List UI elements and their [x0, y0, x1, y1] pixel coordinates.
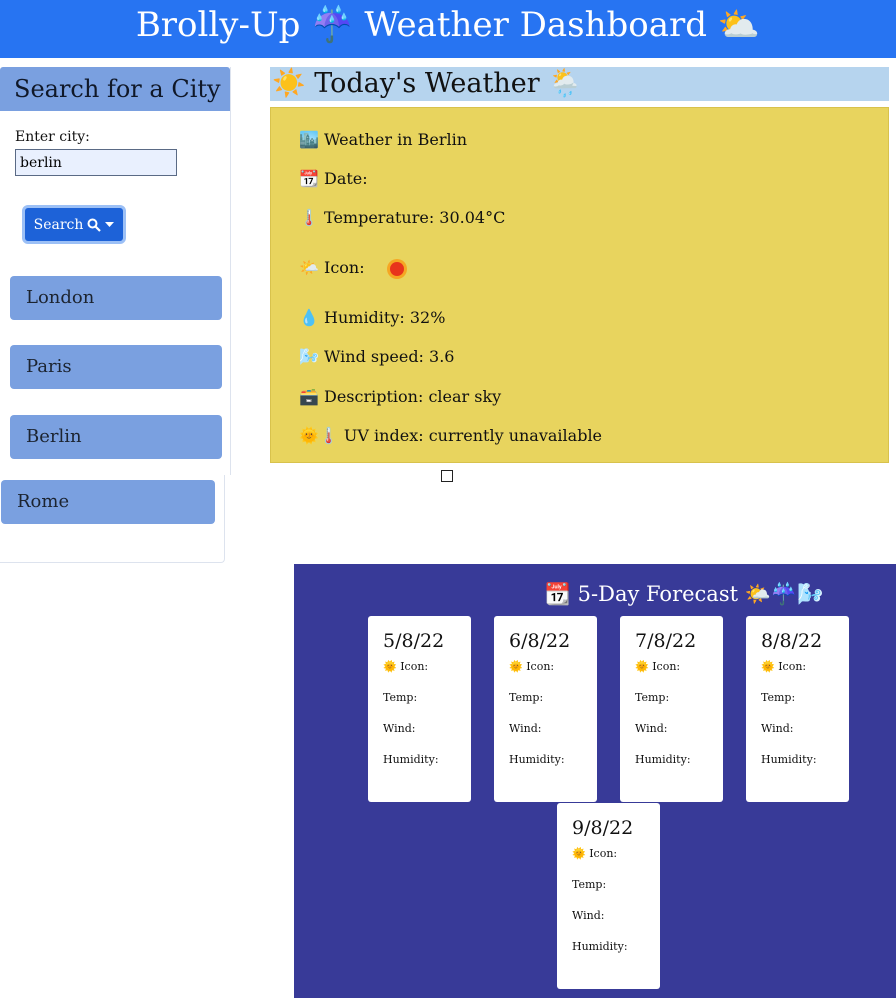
forecast-card: 9/8/22 🌞 Icon: Temp: Wind: Humidity:: [557, 803, 660, 989]
forecast-section: 📆 5-Day Forecast 🌤️☔🌬️ 5/8/22 🌞 Icon: Te…: [294, 564, 896, 998]
history-city-berlin[interactable]: Berlin: [10, 415, 222, 459]
forecast-icon-label: 🌞 Icon:: [509, 660, 555, 673]
page-title: Brolly-Up ☔ Weather Dashboard ⛅: [135, 5, 761, 45]
forecast-card: 8/8/22 🌞 Icon: Temp: Wind: Humidity:: [746, 616, 849, 802]
today-icon-label: 🌤️ Icon:: [299, 258, 365, 277]
forecast-date: 6/8/22: [509, 630, 571, 652]
forecast-humidity-label: Humidity:: [572, 940, 628, 953]
city-search-panel: Search for a City Enter city: Search Lon…: [0, 67, 231, 475]
forecast-date: 8/8/22: [761, 630, 823, 652]
forecast-date: 7/8/22: [635, 630, 697, 652]
forecast-temp-label: Temp:: [761, 691, 796, 704]
forecast-card: 7/8/22 🌞 Icon: Temp: Wind: Humidity:: [620, 616, 723, 802]
today-temperature: 🌡️ Temperature: 30.04°C: [299, 208, 506, 227]
forecast-icon-label: 🌞 Icon:: [635, 660, 681, 673]
today-icon-row: 🌤️ Icon:: [299, 258, 404, 277]
today-weather-title: ☀️ Today's Weather 🌦️: [270, 67, 889, 101]
checkbox[interactable]: [441, 470, 453, 482]
forecast-wind-label: Wind:: [383, 722, 416, 735]
today-description: 🗃️ Description: clear sky: [299, 387, 502, 406]
today-date: 📆 Date:: [299, 169, 368, 188]
forecast-humidity-label: Humidity:: [635, 753, 691, 766]
forecast-humidity-label: Humidity:: [761, 753, 817, 766]
forecast-wind-label: Wind:: [509, 722, 542, 735]
sun-icon: [389, 261, 404, 276]
forecast-icon-label: 🌞 Icon:: [572, 847, 618, 860]
forecast-humidity-label: Humidity:: [383, 753, 439, 766]
city-search-input[interactable]: [15, 149, 177, 176]
forecast-wind-label: Wind:: [572, 909, 605, 922]
dashboard-header: Brolly-Up ☔ Weather Dashboard ⛅: [0, 0, 896, 58]
history-city-paris[interactable]: Paris: [10, 345, 222, 389]
forecast-humidity-label: Humidity:: [509, 753, 565, 766]
forecast-icon-label: 🌞 Icon:: [383, 660, 429, 673]
forecast-title: 📆 5-Day Forecast 🌤️☔🌬️: [544, 582, 824, 606]
today-humidity: 💧 Humidity: 32%: [299, 308, 446, 327]
history-city-london[interactable]: London: [10, 276, 222, 320]
history-city-rome[interactable]: Rome: [1, 480, 215, 524]
forecast-icon-label: 🌞 Icon:: [761, 660, 807, 673]
search-button[interactable]: Search: [22, 205, 126, 244]
forecast-wind-label: Wind:: [761, 722, 794, 735]
today-weather-panel: 🏙️ Weather in Berlin 📆 Date: 🌡️ Temperat…: [270, 107, 889, 463]
forecast-date: 5/8/22: [383, 630, 445, 652]
forecast-date: 9/8/22: [572, 817, 634, 839]
search-panel-title: Search for a City: [0, 67, 230, 111]
search-button-label: Search: [33, 216, 84, 233]
caret-down-icon: [105, 221, 115, 227]
forecast-card: 6/8/22 🌞 Icon: Temp: Wind: Humidity:: [494, 616, 597, 802]
today-uv-index: 🌞🌡️ UV index: currently unavailable: [299, 426, 603, 445]
forecast-card: 5/8/22 🌞 Icon: Temp: Wind: Humidity:: [368, 616, 471, 802]
today-wind: 🌬️ Wind speed: 3.6: [299, 347, 455, 366]
forecast-temp-label: Temp:: [635, 691, 670, 704]
forecast-temp-label: Temp:: [509, 691, 544, 704]
forecast-wind-label: Wind:: [635, 722, 668, 735]
today-city: 🏙️ Weather in Berlin: [299, 130, 468, 149]
forecast-temp-label: Temp:: [572, 878, 607, 891]
city-input-label: Enter city:: [15, 129, 90, 145]
forecast-temp-label: Temp:: [383, 691, 418, 704]
search-icon: [87, 218, 102, 232]
